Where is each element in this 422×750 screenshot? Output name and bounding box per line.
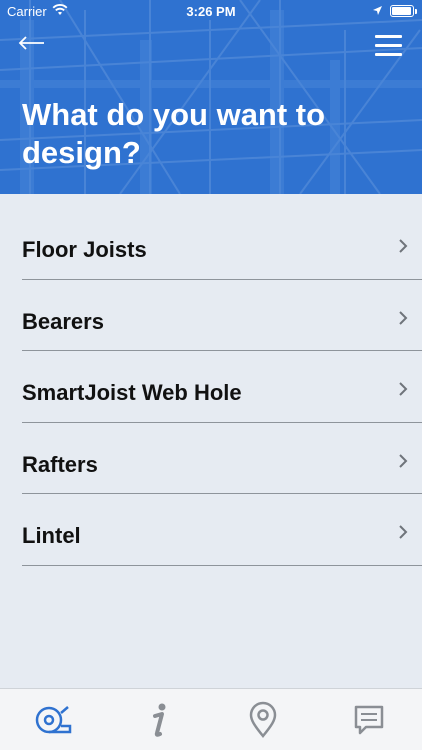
location-arrow-icon — [372, 4, 383, 19]
list-item-label: SmartJoist Web Hole — [22, 380, 242, 405]
tab-messages[interactable] — [350, 701, 390, 741]
map-pin-icon — [249, 701, 277, 738]
list-item-bearers[interactable]: Bearers — [22, 280, 422, 351]
chevron-right-icon — [399, 525, 408, 539]
status-bar: Carrier 3:26 PM — [0, 0, 422, 22]
tab-info[interactable] — [140, 701, 180, 741]
tab-locations[interactable] — [244, 701, 284, 741]
list-item-floor-joists[interactable]: Floor Joists — [22, 208, 422, 280]
list-item-smartjoist-web-hole[interactable]: SmartJoist Web Hole — [22, 351, 422, 423]
chevron-right-icon — [399, 382, 408, 396]
tape-measure-icon — [35, 706, 72, 734]
list-item-label: Floor Joists — [22, 237, 147, 262]
tab-measure[interactable] — [34, 701, 74, 741]
info-icon — [153, 703, 166, 737]
page-title: What do you want to design? — [22, 97, 326, 170]
hamburger-menu-icon — [375, 35, 402, 38]
battery-icon — [390, 5, 417, 17]
design-options-list: Floor Joists Bearers SmartJoist Web Hole… — [22, 208, 422, 566]
menu-button[interactable] — [372, 30, 406, 56]
arrow-left-icon — [18, 36, 44, 50]
list-item-label: Bearers — [22, 308, 104, 334]
back-button[interactable] — [16, 30, 50, 56]
chevron-right-icon — [399, 310, 408, 325]
chat-message-icon — [354, 705, 384, 735]
list-item-label: Lintel — [22, 523, 81, 548]
status-time: 3:26 PM — [186, 4, 236, 19]
list-item-lintel[interactable]: Lintel — [22, 494, 422, 566]
list-item-rafters[interactable]: Rafters — [22, 423, 422, 494]
chevron-right-icon — [399, 453, 408, 468]
header-banner: Carrier 3:26 PM What do you want to desi… — [0, 0, 422, 194]
chevron-right-icon — [399, 239, 408, 253]
tab-bar — [0, 688, 422, 750]
list-item-label: Rafters — [22, 451, 98, 477]
